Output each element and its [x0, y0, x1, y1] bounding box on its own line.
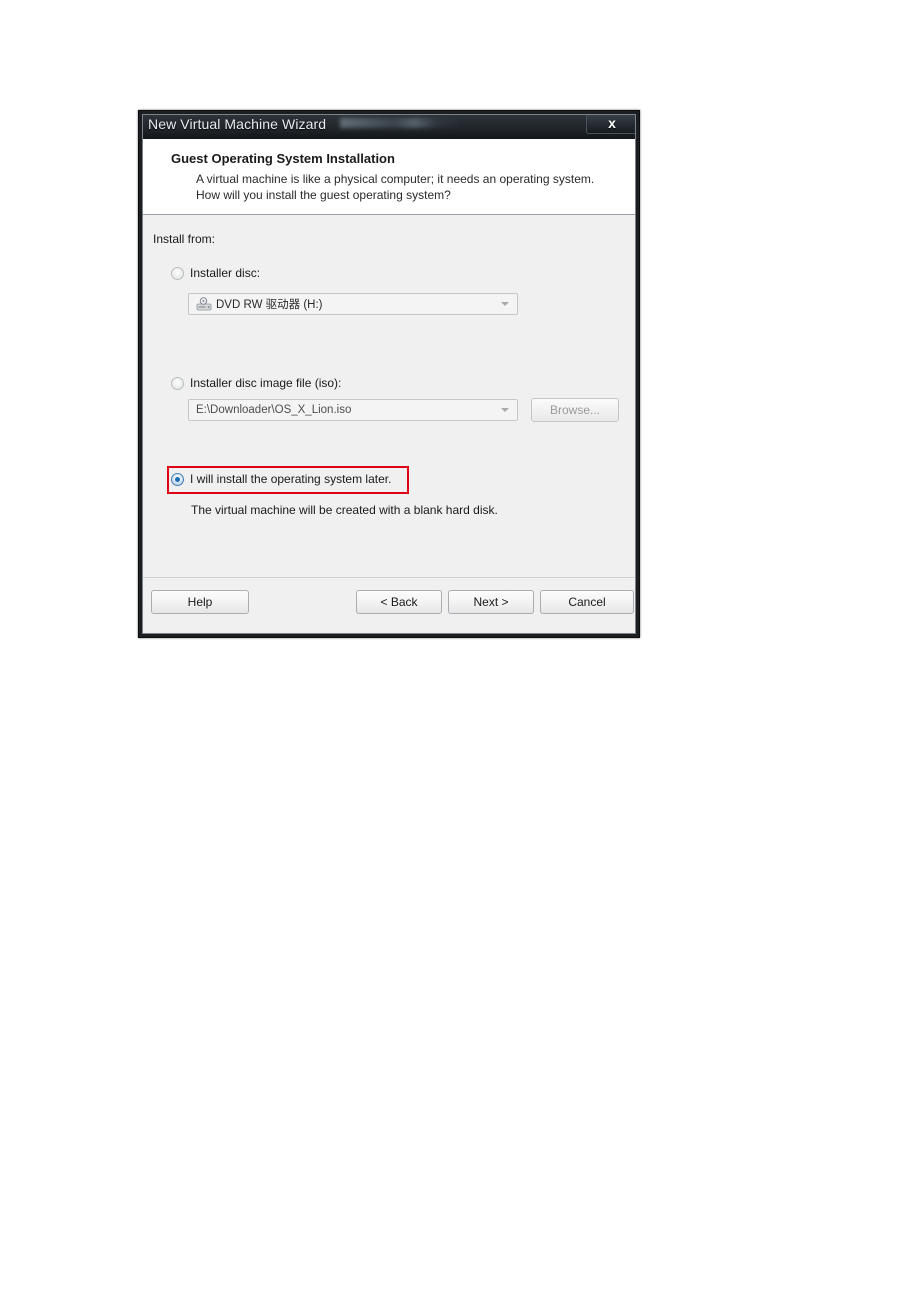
radio-option-installer-iso[interactable]: Installer disc image file (iso):: [171, 376, 341, 390]
page-description: A virtual machine is like a physical com…: [196, 172, 595, 202]
chevron-down-icon[interactable]: [501, 408, 509, 412]
new-virtual-machine-wizard-dialog: New Virtual Machine Wizard x Guest Opera…: [138, 110, 640, 638]
radio-button-installer-disc[interactable]: [171, 266, 184, 280]
dialog-inner-frame: New Virtual Machine Wizard x Guest Opera…: [142, 114, 636, 634]
browse-button[interactable]: Browse...: [531, 398, 619, 422]
cancel-button[interactable]: Cancel: [540, 590, 634, 614]
title-bar-smudge: [340, 118, 460, 128]
page-title: Guest Operating System Installation: [171, 151, 395, 166]
installer-disc-dropdown-value: DVD RW 驱动器 (H:): [216, 299, 323, 311]
iso-path-dropdown[interactable]: E:\Downloader\OS_X_Lion.iso: [188, 399, 518, 421]
dialog-header: Guest Operating System Installation A vi…: [143, 139, 635, 215]
next-button[interactable]: Next >: [448, 590, 534, 614]
optical-drive-icon: [196, 297, 212, 311]
window-title: New Virtual Machine Wizard: [148, 116, 327, 132]
radio-option-install-later[interactable]: I will install the operating system late…: [171, 472, 391, 486]
help-button[interactable]: Help: [151, 590, 249, 614]
radio-option-installer-disc[interactable]: Installer disc:: [171, 266, 260, 280]
dialog-footer: Help < Back Next > Cancel: [143, 577, 635, 633]
close-button[interactable]: x: [586, 115, 635, 134]
install-from-label: Install from:: [153, 232, 216, 246]
back-button[interactable]: < Back: [356, 590, 442, 614]
radio-button-installer-iso[interactable]: [171, 376, 184, 390]
chevron-down-icon[interactable]: [501, 302, 509, 306]
radio-label-installer-disc: Installer disc:: [190, 266, 261, 280]
close-icon: x: [608, 115, 616, 131]
iso-path-value: E:\Downloader\OS_X_Lion.iso: [196, 404, 352, 416]
installer-disc-dropdown[interactable]: DVD RW 驱动器 (H:): [188, 293, 518, 315]
radio-label-installer-iso: Installer disc image file (iso):: [190, 376, 342, 390]
radio-label-install-later: I will install the operating system late…: [190, 472, 392, 486]
install-later-description: The virtual machine will be created with…: [191, 503, 498, 517]
dialog-body: Install from: Installer disc: DVD RW 驱动器: [143, 215, 635, 577]
title-bar[interactable]: New Virtual Machine Wizard x: [143, 115, 635, 139]
radio-button-install-later[interactable]: [171, 472, 184, 486]
